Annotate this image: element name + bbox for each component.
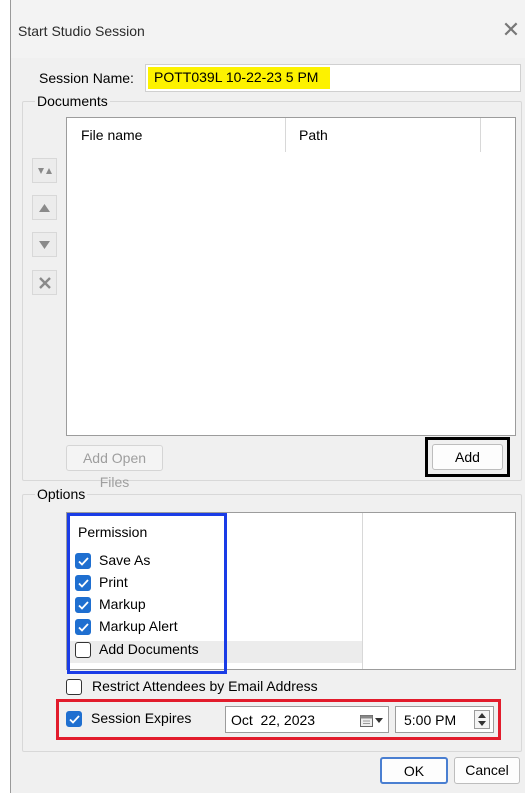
permission-save-as-checkbox[interactable]: [75, 553, 91, 569]
move-up-icon[interactable]: [32, 195, 57, 220]
expiry-date-value: Oct 22, 2023: [231, 712, 316, 728]
permission-header: Permission: [78, 524, 148, 540]
window-title: Start Studio Session: [18, 23, 145, 39]
permission-print-label: Print: [99, 574, 128, 590]
move-down-icon[interactable]: [32, 232, 57, 257]
column-header-path[interactable]: Path: [285, 118, 328, 152]
session-name-value: POTT039L 10-22-23 5 PM: [148, 67, 331, 89]
permission-markup-label: Markup: [99, 596, 146, 612]
sort-icon[interactable]: [32, 158, 57, 183]
ok-button[interactable]: OK: [380, 757, 448, 784]
expiry-date-picker[interactable]: Oct 22, 2023: [225, 706, 389, 733]
session-name-label: Session Name:: [39, 70, 134, 86]
cancel-button[interactable]: Cancel: [454, 757, 520, 784]
restrict-attendees-checkbox[interactable]: [66, 679, 82, 695]
expiry-time-value: 5:00 PM: [404, 712, 457, 728]
permission-save-as-label: Save As: [99, 552, 151, 568]
restrict-attendees-label: Restrict Attendees by Email Address: [92, 678, 318, 694]
add-button[interactable]: Add: [432, 444, 503, 470]
permission-add-documents-label: Add Documents: [99, 641, 199, 657]
expiry-time-field[interactable]: 5:00 PM: [395, 706, 494, 733]
time-spinner-icon[interactable]: [474, 710, 490, 729]
permission-markup-alert-checkbox[interactable]: [75, 619, 91, 635]
options-group-label: Options: [35, 486, 88, 502]
close-icon[interactable]: ✕: [496, 17, 525, 43]
start-studio-session-dialog: Start Studio Session ✕ Session Name: POT…: [10, 0, 525, 793]
permission-add-documents-checkbox[interactable]: [75, 642, 91, 658]
documents-list[interactable]: File name Path: [66, 117, 516, 436]
session-expires-checkbox[interactable]: [66, 711, 82, 727]
documents-group-label: Documents: [35, 93, 110, 109]
column-separator: [480, 118, 481, 152]
title-bar: Start Studio Session ✕: [11, 0, 525, 58]
column-header-file-name[interactable]: File name: [67, 118, 142, 152]
session-name-input[interactable]: POTT039L 10-22-23 5 PM: [145, 64, 521, 92]
remove-icon[interactable]: [32, 270, 57, 295]
permission-markup-alert-label: Markup Alert: [99, 618, 178, 634]
add-open-files-button[interactable]: Add Open Files: [66, 445, 163, 490]
session-expires-label: Session Expires: [91, 710, 192, 726]
row-background: [363, 641, 515, 663]
calendar-dropdown-icon[interactable]: [360, 712, 384, 728]
permission-markup-checkbox[interactable]: [75, 597, 91, 613]
permission-print-checkbox[interactable]: [75, 575, 91, 591]
